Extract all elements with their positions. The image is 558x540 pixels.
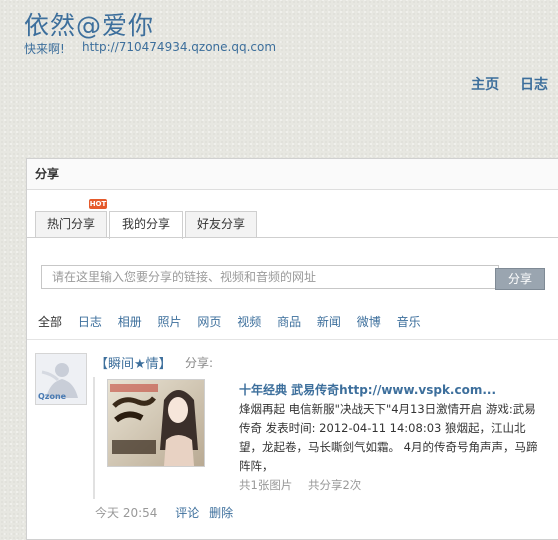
filter-photo[interactable]: 照片 bbox=[158, 315, 182, 329]
filter-weibo[interactable]: 微博 bbox=[357, 315, 381, 329]
feed-item-footer: 今天 20:54 评论 删除 bbox=[95, 504, 239, 521]
share-button[interactable]: 分享 bbox=[495, 268, 545, 290]
tab-hot-shares[interactable]: 热门分享 bbox=[35, 211, 107, 238]
avatar[interactable]: Qzone bbox=[35, 353, 87, 405]
shared-item-card: 十年经典 武易传奇http://www.vspk.com... 烽烟再起 电信新… bbox=[93, 377, 558, 499]
nav-home-link[interactable]: 主页 bbox=[471, 77, 499, 93]
site-tagline: 快来啊! bbox=[24, 42, 65, 56]
site-url-link[interactable]: http://710474934.qzone.qq.com bbox=[82, 40, 276, 54]
hot-badge: HOT bbox=[89, 199, 107, 209]
share-url-input[interactable]: 请在这里输入您要分享的链接、视频和音频的网址 bbox=[41, 265, 499, 289]
share-action-text: 分享: bbox=[185, 356, 214, 370]
share-count-text: 共分享2次 bbox=[307, 478, 362, 492]
panel-title: 分享 bbox=[27, 159, 558, 190]
filter-product[interactable]: 商品 bbox=[277, 315, 301, 329]
filter-music[interactable]: 音乐 bbox=[397, 315, 421, 329]
filter-album[interactable]: 相册 bbox=[118, 315, 142, 329]
image-count-link[interactable]: 共1张图片 bbox=[239, 478, 292, 492]
tab-friend-shares[interactable]: 好友分享 bbox=[185, 211, 257, 238]
filter-news[interactable]: 新闻 bbox=[317, 315, 341, 329]
post-time: 今天 20:54 bbox=[95, 506, 158, 520]
nav-blog-link[interactable]: 日志 bbox=[520, 77, 548, 93]
tab-my-shares[interactable]: 我的分享 bbox=[109, 211, 183, 239]
filter-all[interactable]: 全部 bbox=[38, 315, 62, 329]
filter-blog[interactable]: 日志 bbox=[78, 315, 102, 329]
game-poster-image bbox=[108, 380, 204, 466]
tabs-underline bbox=[27, 237, 558, 238]
user-name-link[interactable]: 【瞬间★情】 bbox=[95, 353, 172, 372]
shared-thumbnail[interactable] bbox=[107, 379, 205, 467]
share-filters: 全部 日志 相册 照片 网页 视频 商品 新闻 微博 音乐 bbox=[38, 313, 433, 330]
site-title[interactable]: 依然@爱你 bbox=[24, 6, 154, 42]
filter-webpage[interactable]: 网页 bbox=[197, 315, 221, 329]
filter-video[interactable]: 视频 bbox=[237, 315, 261, 329]
shared-item-title-link[interactable]: 十年经典 武易传奇http://www.vspk.com... bbox=[239, 381, 496, 398]
shared-item-description: 烽烟再起 电信新服"决战天下"4月13日激情开启 游戏:武易传奇 发表时间: 2… bbox=[239, 402, 538, 473]
shared-item-meta: 共1张图片 共分享2次 bbox=[239, 477, 373, 493]
comment-link[interactable]: 评论 bbox=[175, 506, 199, 520]
top-nav: 主页 日志 bbox=[455, 74, 548, 94]
share-panel: 分享 热门分享 我的分享 好友分享 HOT 请在这里输入您要分享的链接、视频和音… bbox=[26, 158, 558, 540]
feed-divider bbox=[27, 339, 558, 340]
delete-link[interactable]: 删除 bbox=[209, 506, 233, 520]
qzone-logo: Qzone bbox=[38, 392, 67, 401]
